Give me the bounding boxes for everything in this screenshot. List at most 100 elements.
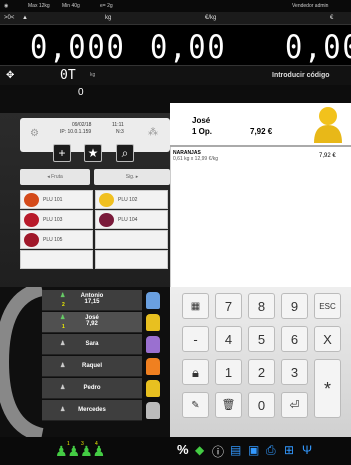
tare-icon[interactable]: ✥: [6, 70, 14, 81]
seller-row[interactable]: ♟ Pedro: [42, 378, 142, 399]
avatar[interactable]: [146, 336, 160, 353]
display-icon[interactable]: ▤: [230, 443, 241, 457]
ip-address: IP: 10.0.1.159: [60, 129, 92, 135]
avatar[interactable]: [146, 402, 160, 419]
search-button[interactable]: ⌕: [116, 144, 134, 162]
product-button[interactable]: PLU 104: [95, 210, 168, 229]
stable-icon: ▲: [22, 15, 28, 21]
product-button[interactable]: PLU 102: [95, 190, 168, 209]
seller-row[interactable]: ♟ Raquel: [42, 356, 142, 377]
usb-icon[interactable]: Ψ: [302, 443, 312, 457]
key-3[interactable]: 3: [281, 359, 308, 385]
seller-icon: ♟: [60, 341, 66, 347]
key-7[interactable]: 7: [215, 293, 242, 319]
info-icon[interactable]: ⓘ: [212, 443, 224, 460]
multiply-button[interactable]: X: [314, 326, 341, 352]
gear-icon[interactable]: ⚙: [30, 128, 39, 139]
ticket-item-amount: 7,92 €: [319, 153, 336, 159]
total-value: 0,00: [285, 28, 351, 66]
fruit-icon: [24, 193, 39, 207]
key-1[interactable]: 1: [215, 359, 242, 385]
seller-row[interactable]: ♟ Mercedes: [42, 400, 142, 421]
seller-icon: ♟: [60, 407, 66, 413]
date: 09/02/18: [72, 122, 92, 128]
product-button[interactable]: PLU 101: [20, 190, 93, 209]
seller-amount: 7,92: [86, 321, 98, 327]
fruit-icon: [24, 233, 39, 247]
seller-icon: ♟: [60, 315, 66, 321]
status-bar: ◉ Max 12kg Min 40g e= 2g Vendedor admin: [0, 0, 351, 12]
save-icon[interactable]: ▣: [248, 443, 259, 457]
enter-button[interactable]: *: [314, 359, 341, 418]
customer-ops: 1 Op.: [192, 127, 213, 136]
product-button[interactable]: PLU 105: [20, 230, 93, 249]
seller-row[interactable]: ♟ 2 Antonio 17,15: [42, 290, 142, 311]
empty-product-slot[interactable]: [95, 230, 168, 249]
scale-header: >0< ▲ kg €/kg €: [0, 12, 351, 25]
network-icon[interactable]: ⁂: [148, 127, 158, 138]
min-weight: Min 40g: [62, 3, 80, 9]
weight-display: 0,000 0,00 0,00: [0, 25, 351, 66]
category-prev[interactable]: ◂ Fruta: [20, 169, 90, 185]
key-4[interactable]: 4: [215, 326, 242, 352]
badge: 3: [81, 441, 84, 447]
customer-panel[interactable]: José 1 Op. 7,92 €: [170, 103, 351, 145]
seller-count: 2: [62, 302, 65, 308]
key-6[interactable]: 6: [281, 326, 308, 352]
escape-button[interactable]: ESC: [314, 293, 341, 319]
key-8[interactable]: 8: [248, 293, 275, 319]
eur-kg-label: €/kg: [205, 15, 217, 21]
weight-value: 0,000: [30, 28, 126, 66]
customer-name: José: [192, 116, 211, 125]
key-0[interactable]: 0: [248, 392, 275, 418]
fruit-icon: [99, 213, 114, 227]
footer-toolbar: ♟♟♟♟ 1 3 4 % ◆ ⓘ ▤ ▣ ⎙ ⊞ Ψ: [0, 437, 351, 465]
seller-icon: ♟: [60, 293, 66, 299]
avatar[interactable]: [146, 380, 160, 397]
scan-icon[interactable]: ▦: [182, 293, 209, 319]
empty-product-slot[interactable]: [95, 250, 168, 269]
ticket-panel[interactable]: NARANJAS 0,61 kg x 12,99 €/kg 7,92 €: [170, 147, 351, 287]
key-9[interactable]: 9: [281, 293, 308, 319]
seller-list: ♟ 2 Antonio 17,15 ♟ 1 José 7,92 ♟ Sara ♟…: [0, 287, 170, 437]
category-next[interactable]: Sig. ▸: [94, 169, 170, 185]
division: e= 2g: [100, 3, 113, 9]
percent-button[interactable]: %: [177, 442, 189, 457]
key-5[interactable]: 5: [248, 326, 275, 352]
tare-row: ✥ 0T kg Introducir código: [0, 65, 351, 85]
category-row: ◂ Fruta Sig. ▸: [20, 169, 170, 187]
seller-count: 1: [62, 324, 65, 330]
add-button[interactable]: +: [53, 144, 71, 162]
avatar[interactable]: [146, 314, 160, 331]
avatar[interactable]: [146, 292, 160, 309]
vendor-label: Vendedor admin: [292, 3, 329, 9]
tag-icon[interactable]: ◆: [195, 443, 204, 457]
edit-icon[interactable]: ✎: [182, 392, 209, 418]
printer-icon[interactable]: ⎙: [266, 443, 276, 458]
badge: 1: [67, 441, 70, 447]
eur-label: €: [330, 15, 334, 21]
code-prompt[interactable]: Introducir código: [272, 72, 330, 79]
seller-row[interactable]: ♟ 1 José 7,92: [42, 312, 142, 333]
user-avatar-icon: [312, 105, 344, 143]
favorite-button[interactable]: ★: [84, 144, 102, 162]
seller-icon: ♟: [60, 363, 66, 369]
seller-name: Raquel: [81, 363, 102, 369]
key-2[interactable]: 2: [248, 359, 275, 385]
minus-button[interactable]: -: [182, 326, 209, 352]
kg-label: kg: [105, 15, 112, 21]
seller-name: Sara: [85, 341, 99, 347]
network-icon[interactable]: ⊞: [284, 443, 294, 457]
empty-product-slot[interactable]: [20, 250, 93, 269]
eye-icon: ◉: [4, 3, 9, 9]
tare-unit: kg: [90, 72, 96, 78]
seller-name: Mercedes: [78, 407, 106, 413]
avatar[interactable]: [146, 358, 160, 375]
terminal-number: N:3: [116, 129, 124, 135]
trash-icon[interactable]: 🗑︎: [215, 392, 242, 418]
seller-row[interactable]: ♟ Sara: [42, 334, 142, 355]
lock-icon[interactable]: 🔒︎: [182, 359, 209, 385]
product-button[interactable]: PLU 103: [20, 210, 93, 229]
decimal-icon[interactable]: ⏎: [281, 392, 308, 418]
zero-indicator: >0<: [4, 15, 15, 21]
